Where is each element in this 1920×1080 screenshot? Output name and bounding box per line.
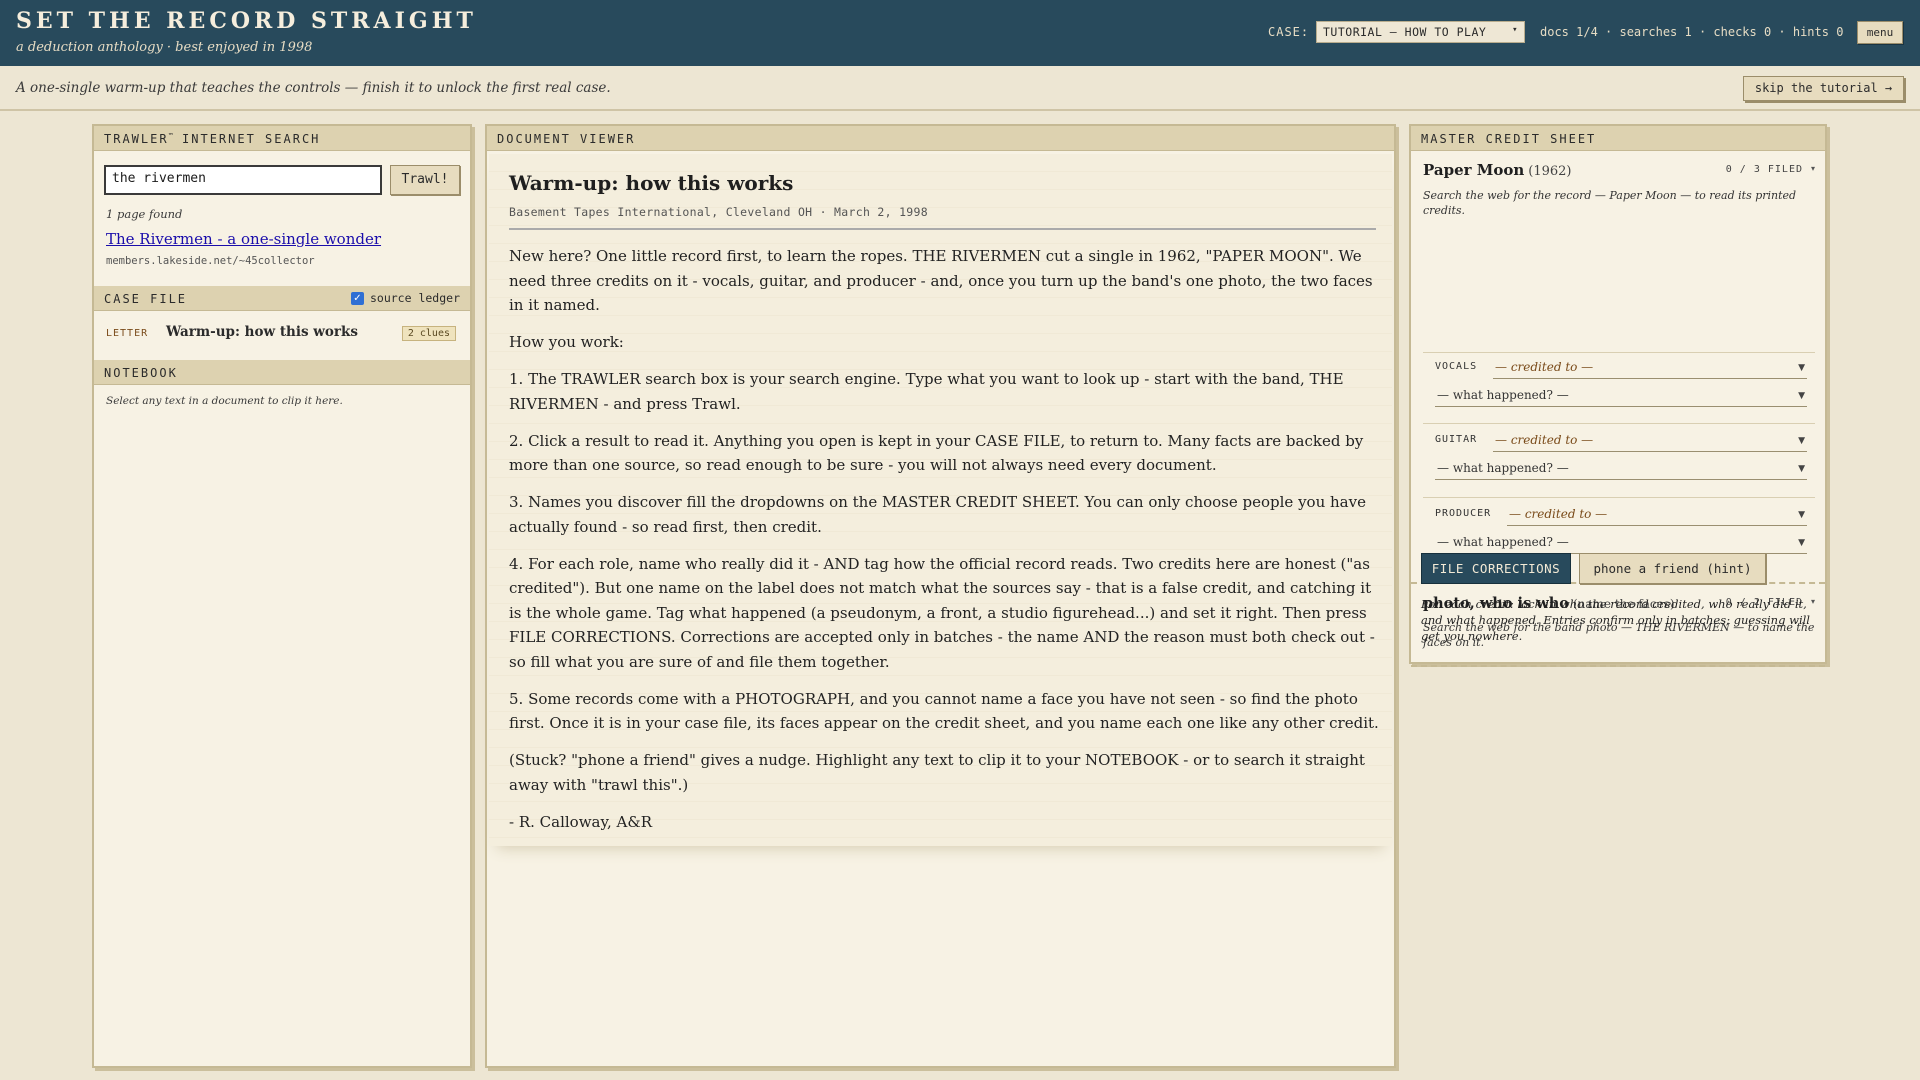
case-select-value: TUTORIAL — HOW TO PLAY <box>1323 25 1487 39</box>
credit-row-guitar: GUITAR — credited to — ▼ — what happened… <box>1423 426 1815 498</box>
credited-to-placeholder: — credited to — <box>1495 360 1594 374</box>
search-panel-title: TRAWLER <box>104 132 169 146</box>
chevron-down-icon: ▼ <box>1798 464 1805 474</box>
case-select[interactable]: TUTORIAL — HOW TO PLAY ▾ <box>1316 21 1525 43</box>
section-divider <box>1411 665 1825 667</box>
record-header[interactable]: Paper Moon (1962) 0 / 3 FILED ▾ <box>1423 160 1815 184</box>
skip-tutorial-button[interactable]: skip the tutorial → <box>1743 76 1904 101</box>
notebook-title: NOTEBOOK <box>104 366 178 380</box>
document-body[interactable]: New here? One little record first, to le… <box>509 244 1381 847</box>
search-row: the rivermen Trawl! <box>104 165 460 197</box>
chevron-down-icon: ▼ <box>1798 510 1805 520</box>
search-input[interactable]: the rivermen <box>104 165 382 195</box>
menu-button[interactable]: menu <box>1857 21 1903 44</box>
what-happened-placeholder: — what happened? — <box>1437 388 1569 402</box>
results-count: 1 page found <box>106 207 183 221</box>
record-title: Paper Moon <box>1423 161 1525 179</box>
record-description: Search the web for the record — Paper Mo… <box>1423 189 1797 217</box>
doc-paragraph: 3. Names you discover fill the dropdowns… <box>509 493 1366 536</box>
what-happened-select-guitar[interactable]: — what happened? — ▼ <box>1435 458 1807 480</box>
chevron-down-icon[interactable]: ▾ <box>1811 164 1815 173</box>
role-label-producer: PRODUCER <box>1435 508 1492 519</box>
phone-a-friend-button[interactable]: phone a friend (hint) <box>1579 553 1766 584</box>
doc-paragraph: 5. Some records come with a PHOTOGRAPH, … <box>509 689 1379 733</box>
tutorial-intro: A one-single warm-up that teaches the co… <box>16 80 611 96</box>
doc-paragraph: 4. For each role, name who really did it… <box>509 554 1375 671</box>
search-panel-header: TRAWLER™ INTERNET SEARCH <box>94 126 470 151</box>
record-filed-count: 0 / 3 FILED <box>1725 164 1803 175</box>
app-header: SET THE RECORD STRAIGHT a deduction anth… <box>0 0 1920 66</box>
doc-paragraph: 1. The TRAWLER search box is your search… <box>509 370 1344 413</box>
document-viewer-header: DOCUMENT VIEWER <box>487 126 1394 151</box>
what-happened-select-vocals[interactable]: — what happened? — ▼ <box>1435 385 1807 407</box>
source-ledger-label: source ledger <box>369 291 460 305</box>
credited-to-select-producer[interactable]: — credited to — ▼ <box>1507 504 1807 526</box>
case-item-type: LETTER <box>106 328 149 339</box>
document-title: Warm-up: how this works <box>509 171 794 195</box>
credited-to-placeholder: — credited to — <box>1509 507 1608 521</box>
doc-paragraph: 2. Click a result to read it. Anything y… <box>509 431 1364 475</box>
role-label-vocals: VOCALS <box>1435 361 1478 372</box>
doc-paragraph: (Stuck? "phone a friend" gives a nudge. … <box>509 751 1365 794</box>
credited-to-placeholder: — credited to — <box>1495 433 1594 447</box>
case-item-name: Warm-up: how this works <box>166 324 358 340</box>
file-corrections-button[interactable]: FILE CORRECTIONS <box>1421 553 1571 584</box>
what-happened-placeholder: — what happened? — <box>1437 535 1569 549</box>
game-stats: docs 1/4 · searches 1 · checks 0 · hints… <box>1540 25 1844 39</box>
chevron-down-icon: ▼ <box>1798 391 1805 401</box>
chevron-down-icon: ▾ <box>1512 25 1518 35</box>
notebook-hint: Select any text in a document to clip it… <box>106 395 343 407</box>
chevron-down-icon: ▼ <box>1798 363 1805 373</box>
notebook-header: NOTEBOOK <box>94 360 470 385</box>
file-corrections-note: For each credit: lock in who the record … <box>1421 597 1810 643</box>
credited-to-select-guitar[interactable]: — credited to — ▼ <box>1493 430 1807 452</box>
what-happened-select-producer[interactable]: — what happened? — ▼ <box>1435 532 1807 554</box>
role-label-guitar: GUITAR <box>1435 434 1478 445</box>
search-result-url: members.lakeside.net/~45collector <box>106 255 315 267</box>
document-viewer: DOCUMENT VIEWER Warm-up: how this works … <box>485 124 1396 1068</box>
check-icon[interactable]: ✓ <box>350 291 364 305</box>
document-divider <box>509 228 1376 230</box>
chevron-down-icon: ▼ <box>1798 538 1805 548</box>
app-subtitle: a deduction anthology · best enjoyed in … <box>16 40 313 55</box>
doc-signature: - R. Calloway, A&R <box>509 812 652 831</box>
document-page[interactable]: Warm-up: how this works Basement Tapes I… <box>489 154 1392 846</box>
search-result-link[interactable]: The Rivermen - a one-single wonder <box>106 230 381 248</box>
search-panel-title-rest: INTERNET SEARCH <box>182 132 321 146</box>
case-file-title: CASE FILE <box>104 292 188 306</box>
what-happened-placeholder: — what happened? — <box>1437 461 1569 475</box>
doc-paragraph: New here? One little record first, to le… <box>509 247 1373 314</box>
case-file-item[interactable]: LETTER Warm-up: how this works 2 clues <box>106 323 458 345</box>
credit-sheet-header: MASTER CREDIT SHEET <box>1411 126 1825 151</box>
chevron-down-icon: ▼ <box>1798 436 1805 446</box>
source-ledger-toggle[interactable]: ✓ source ledger <box>350 291 460 305</box>
record-year: (1962) <box>1528 164 1572 179</box>
tutorial-banner: A one-single warm-up that teaches the co… <box>0 66 1920 111</box>
trademark-mark: ™ <box>168 132 173 140</box>
case-label: CASE: <box>1268 25 1310 39</box>
doc-paragraph: How you work: <box>509 333 624 351</box>
left-panel: TRAWLER™ INTERNET SEARCH the rivermen Tr… <box>92 124 472 1068</box>
document-meta: Basement Tapes International, Cleveland … <box>509 205 928 219</box>
app-title: SET THE RECORD STRAIGHT <box>16 8 477 34</box>
case-file-header: CASE FILE ✓ source ledger <box>94 286 470 311</box>
clues-badge: 2 clues <box>401 326 456 341</box>
credit-row-vocals: VOCALS — credited to — ▼ — what happened… <box>1423 352 1815 424</box>
credited-to-select-vocals[interactable]: — credited to — ▼ <box>1493 357 1807 379</box>
trawl-button[interactable]: Trawl! <box>390 165 460 195</box>
